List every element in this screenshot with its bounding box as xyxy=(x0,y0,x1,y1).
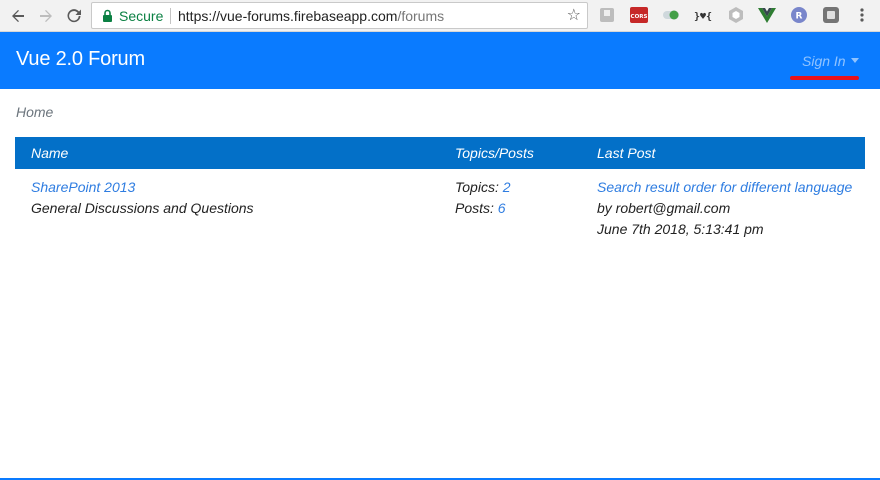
app-navbar: Vue 2.0 Forum Sign In xyxy=(0,32,880,89)
table-row: SharePoint 2013 General Discussions and … xyxy=(15,169,865,249)
breadcrumb-home[interactable]: Home xyxy=(16,104,53,120)
caret-down-icon xyxy=(850,58,859,63)
header-name: Name xyxy=(31,145,69,161)
kebab-menu-icon xyxy=(860,8,864,22)
vue-devtools-icon[interactable] xyxy=(758,6,776,24)
forum-description: General Discussions and Questions xyxy=(31,200,254,216)
reload-button[interactable] xyxy=(62,4,86,28)
hexagon-ext-icon[interactable] xyxy=(727,6,745,24)
last-post-title-link[interactable]: Search result order for different langua… xyxy=(597,177,852,198)
signin-label: Sign In xyxy=(802,53,846,69)
svg-text:}♥{: }♥{ xyxy=(694,12,712,23)
toggle-ext-icon[interactable] xyxy=(662,6,680,24)
svg-text:CORS: CORS xyxy=(631,14,648,20)
signin-dropdown[interactable]: Sign In xyxy=(802,53,859,69)
posts-label: Posts: xyxy=(455,200,498,216)
arrow-left-icon xyxy=(12,10,24,22)
reload-icon xyxy=(67,9,81,23)
forum-name-cell: SharePoint 2013 General Discussions and … xyxy=(31,177,254,219)
browser-menu-button[interactable] xyxy=(853,6,871,24)
breadcrumb: Home xyxy=(16,104,53,120)
url-text[interactable]: https://vue-forums.firebaseapp.com/forum… xyxy=(178,8,444,24)
arrow-right-icon xyxy=(40,10,52,22)
address-bar[interactable]: Secure https://vue-forums.firebaseapp.co… xyxy=(91,2,588,29)
svg-text:R: R xyxy=(796,12,803,22)
last-post-author: by robert@gmail.com xyxy=(597,200,731,216)
forward-button[interactable] xyxy=(34,4,58,28)
last-post-cell: Search result order for different langua… xyxy=(597,177,852,240)
url-host: https://vue-forums.firebaseapp.com xyxy=(178,8,398,24)
cors-ext-icon[interactable]: CORS xyxy=(630,6,648,24)
header-topics-posts: Topics/Posts xyxy=(455,145,534,161)
json-ext-icon[interactable]: }♥{ xyxy=(694,6,712,24)
secure-label: Secure xyxy=(119,8,164,24)
url-path: /forums xyxy=(397,8,445,24)
topics-count-link[interactable]: 2 xyxy=(503,179,511,195)
omnibox-separator xyxy=(170,8,171,24)
browser-toolbar: Secure https://vue-forums.firebaseapp.co… xyxy=(0,0,880,32)
bookmark-ext-icon[interactable] xyxy=(598,6,616,24)
r-ext-icon[interactable]: R xyxy=(790,6,808,24)
topics-posts-cell: Topics: 2 Posts: 6 xyxy=(455,177,511,219)
topics-label: Topics: xyxy=(455,179,503,195)
forum-name-link[interactable]: SharePoint 2013 xyxy=(31,177,254,198)
back-button[interactable] xyxy=(6,4,30,28)
gray-square-ext-icon[interactable] xyxy=(822,6,840,24)
bookmark-star-icon[interactable]: ☆ xyxy=(567,7,581,23)
annotation-underline xyxy=(790,76,859,80)
last-post-date: June 7th 2018, 5:13:41 pm xyxy=(597,221,764,237)
brand-title[interactable]: Vue 2.0 Forum xyxy=(16,48,145,71)
forum-table-header: Name Topics/Posts Last Post xyxy=(15,137,865,169)
posts-count-link[interactable]: 6 xyxy=(498,200,506,216)
lock-icon xyxy=(103,9,112,22)
header-last-post: Last Post xyxy=(597,145,656,161)
